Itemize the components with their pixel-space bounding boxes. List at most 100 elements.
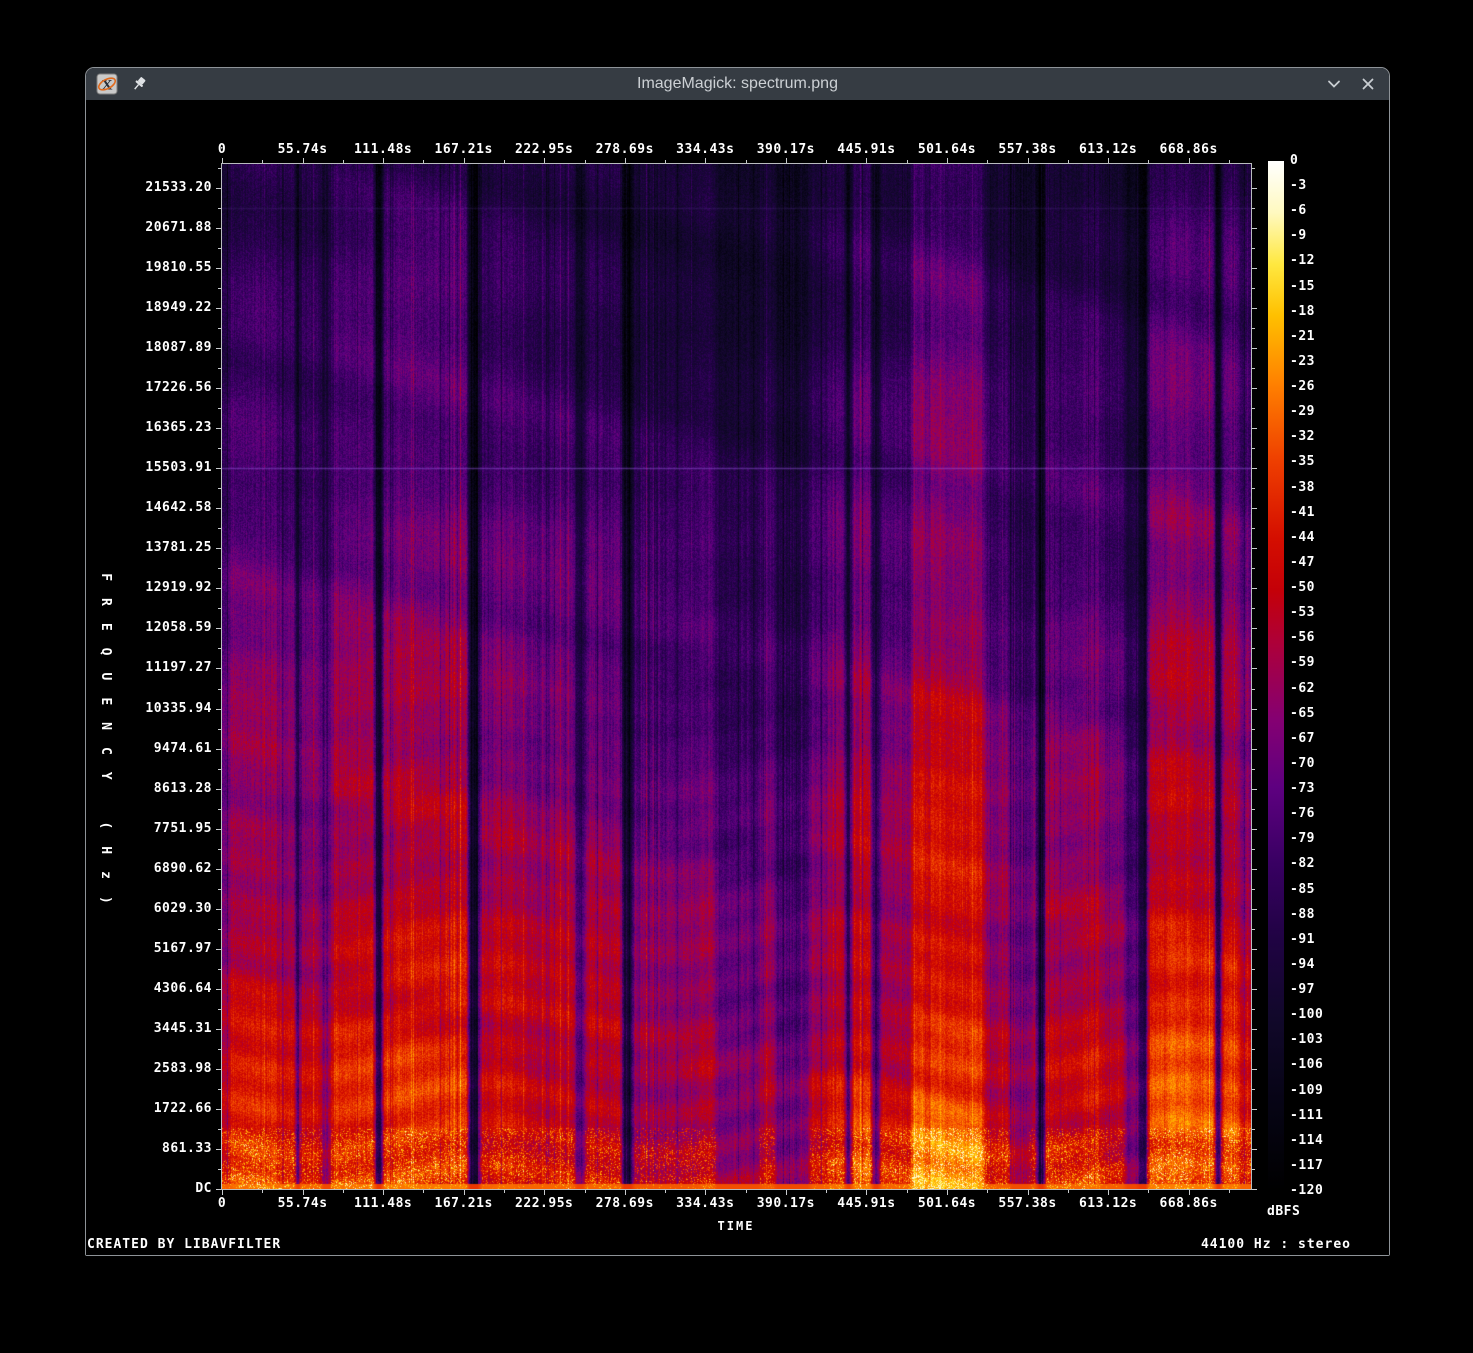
axis-tick [1252,388,1257,389]
axis-tick [625,1190,626,1195]
screen: X ImageMagick: spectrum.png [0,0,1473,1353]
axis-tick [216,468,221,469]
image-viewport[interactable]: 21533.2020671.8819810.5518949.2218087.89… [86,100,1389,1255]
axis-tick [218,809,221,810]
axis-tick [218,448,221,449]
time-tick-label: 613.12s [1079,143,1137,157]
axis-tick [1252,689,1255,690]
axis-tick [216,348,221,349]
axis-tick [218,648,221,649]
freq-tick-label: 6029.30 [116,902,212,916]
axis-tick [1252,849,1255,850]
axis-tick [1252,969,1255,970]
time-tick-label: 390.17s [757,1197,815,1211]
legend-tick-label: -62 [1290,682,1315,696]
time-tick-label: 390.17s [757,143,815,157]
axis-tick [218,849,221,850]
legend-tick-label: -41 [1290,506,1315,520]
axis-tick [222,158,223,163]
freq-tick-label: 16365.23 [116,421,212,435]
axis-tick [1028,1190,1029,1195]
axis-tick [1252,709,1257,710]
axis-tick [1252,208,1255,209]
axis-tick [1028,158,1029,163]
time-tick-label: 278.69s [596,143,654,157]
axis-tick [907,160,908,163]
axis-tick [1252,188,1257,189]
axis-tick [1252,1089,1255,1090]
axis-tick [303,1190,304,1195]
axis-tick [746,1190,747,1193]
axis-tick [218,1089,221,1090]
axis-tick [1252,1109,1257,1110]
legend-tick-label: -82 [1290,857,1315,871]
freq-tick-label: 18087.89 [116,341,212,355]
time-tick-label: 0 [218,1197,226,1211]
axis-tick [216,749,221,750]
axis-tick [1068,160,1069,163]
legend-tick-label: -70 [1290,757,1315,771]
axis-tick [1252,588,1257,589]
axis-tick [665,1190,666,1193]
axis-tick [216,1029,221,1030]
time-tick-label: 557.38s [998,1197,1056,1211]
axis-tick [1252,1169,1255,1170]
axis-tick [262,1190,263,1193]
legend-tick-label: -106 [1290,1058,1323,1072]
freq-tick-label: 4306.64 [116,982,212,996]
axis-tick [1252,1189,1257,1190]
axis-tick [544,1190,545,1195]
axis-tick [1252,268,1257,269]
axis-tick [665,160,666,163]
legend-gradient-bar [1268,161,1284,1191]
axis-tick [625,158,626,163]
axis-tick [216,1069,221,1070]
axis-tick [218,248,221,249]
legend-tick-label: -100 [1290,1008,1323,1022]
time-tick-label: 445.91s [837,143,895,157]
legend-tick-label: -65 [1290,707,1315,721]
axis-tick [1229,160,1230,163]
axis-tick [1252,949,1257,950]
axis-tick [216,829,221,830]
legend-tick-label: -59 [1290,656,1315,670]
freq-tick-label: 21533.20 [116,181,212,195]
axis-tick [216,388,221,389]
axis-tick [1068,1190,1069,1193]
axis-tick [216,268,221,269]
axis-tick [1252,1149,1257,1150]
freq-tick-label: 17226.56 [116,381,212,395]
time-tick-label: 613.12s [1079,1197,1137,1211]
legend-tick-label: -76 [1290,807,1315,821]
axis-tick [216,228,221,229]
freq-tick-label: 18949.22 [116,301,212,315]
axis-tick [1148,160,1149,163]
axis-tick [464,158,465,163]
axis-tick [262,160,263,163]
titlebar[interactable]: X ImageMagick: spectrum.png [86,68,1389,100]
axis-tick [1252,869,1257,870]
legend-tick-label: -85 [1290,883,1315,897]
freq-tick-label: 861.33 [116,1142,212,1156]
legend-tick-label: -97 [1290,983,1315,997]
legend-tick-label: -53 [1290,606,1315,620]
legend-tick-label: -73 [1290,782,1315,796]
freq-tick-label: 11197.27 [116,661,212,675]
axis-tick [1252,749,1257,750]
axis-tick [585,160,586,163]
axis-tick [303,158,304,163]
axis-tick [218,969,221,970]
axis-tick [1252,608,1255,609]
axis-tick [218,488,221,489]
axis-tick [1252,668,1257,669]
axis-tick [218,288,221,289]
legend-tick-label: -120 [1290,1184,1323,1198]
axis-tick [216,628,221,629]
axis-tick [1108,1190,1109,1195]
legend-tick-label: -38 [1290,481,1315,495]
axis-tick [1252,809,1255,810]
axis-tick [1252,168,1255,169]
axis-tick [218,769,221,770]
axis-tick [216,709,221,710]
axis-tick [218,929,221,930]
